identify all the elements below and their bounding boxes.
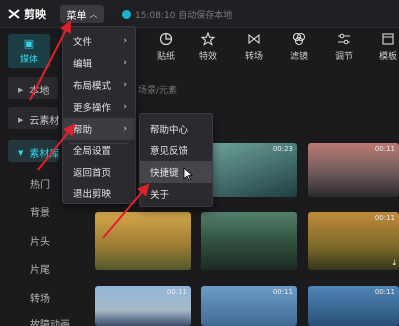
thumbnail-duration: 00:11 — [374, 214, 395, 222]
main-menu: 文件 › 编辑 › 布局模式 › 更多操作 › 帮助 › 全局设置 返回首页 退出剪映 — [62, 26, 136, 204]
menu-item-label: 帮助中心 — [150, 125, 189, 136]
check-icon — [122, 10, 131, 19]
menu-item-help-center[interactable]: 帮助中心 — [140, 118, 212, 140]
sidebar-item-cloud[interactable]: ▶ 云素材 — [18, 112, 60, 128]
tool-filter[interactable]: 滤镜 — [277, 32, 321, 66]
sidebar-sub-item-intro[interactable]: 片头 — [30, 233, 50, 248]
chevron-right-icon: › — [123, 80, 127, 90]
thumbnail-duration: 00:11 — [374, 288, 395, 296]
editor-window: 剪映 菜单 ︿ 15:08:10 自动保存本地 ▣ 媒体 贴纸 特效 转场 滤镜… — [0, 0, 399, 326]
sidebar-item-label: 本地 — [29, 86, 50, 97]
menu-item-more-actions[interactable]: 更多操作 › — [63, 96, 135, 118]
triangle-right-icon: ▶ — [18, 115, 24, 124]
media-thumbnail[interactable]: 00:11 — [95, 286, 191, 326]
menu-item-label: 快捷键 — [150, 168, 179, 179]
sidebar-sub-item-hot[interactable]: 热门 — [30, 176, 50, 191]
thumbnail-duration: 00:11 — [166, 288, 187, 296]
menu-item-edit[interactable]: 编辑 › — [63, 52, 135, 74]
filter-icon — [292, 32, 306, 46]
search-hint: 场景/元素 — [138, 86, 178, 96]
tool-effects[interactable]: 特效 — [186, 32, 230, 66]
sidebar-item-local[interactable]: ▶ 本地 — [18, 82, 50, 98]
help-submenu: 帮助中心 意见反馈 快捷键 关于 — [139, 113, 213, 207]
chevron-right-icon: › — [123, 36, 127, 46]
media-thumbnail[interactable]: 00:11 — [201, 286, 297, 326]
menu-item-help[interactable]: 帮助 › — [63, 118, 135, 140]
mouse-cursor-icon — [183, 167, 193, 181]
sidebar-sub-item-glitch[interactable]: 故障动画 — [30, 316, 70, 326]
media-icon: ▣ — [23, 37, 35, 50]
sidebar-sub-item-transition[interactable]: 转场 — [30, 290, 50, 305]
media-thumbnail[interactable]: 00:11 ⤓ — [308, 212, 399, 270]
save-status-text: 15:08:10 自动保存本地 — [135, 11, 233, 21]
menu-item-feedback[interactable]: 意见反馈 — [140, 139, 212, 161]
chevron-up-icon: ︿ — [89, 9, 98, 19]
tool-transition[interactable]: 转场 — [232, 32, 276, 66]
menu-item-label: 退出剪映 — [73, 189, 112, 200]
menu-item-shortcuts[interactable]: 快捷键 — [140, 161, 212, 183]
menu-item-label: 意见反馈 — [150, 146, 189, 157]
chevron-right-icon: › — [123, 102, 127, 112]
menu-item-exit[interactable]: 退出剪映 — [63, 182, 135, 204]
sidebar-sub-item-background[interactable]: 背景 — [30, 204, 50, 219]
thumbnail-duration: 00:11 — [374, 145, 395, 153]
tool-label: 模板 — [378, 52, 397, 62]
app-logo: 剪映 — [8, 6, 46, 22]
tool-adjust[interactable]: 调节 — [322, 32, 366, 66]
tool-template[interactable]: 模板 — [366, 32, 399, 66]
sticker-icon — [159, 32, 173, 46]
chevron-right-icon: › — [123, 124, 127, 134]
menu-item-label: 帮助 — [73, 125, 93, 136]
menu-item-label: 编辑 — [73, 59, 93, 70]
tab-media[interactable]: ▣ 媒体 — [8, 34, 50, 68]
menu-item-label: 更多操作 — [73, 103, 112, 114]
sidebar-sub-item-outro[interactable]: 片尾 — [30, 261, 50, 276]
menu-item-label: 文件 — [73, 37, 93, 48]
tab-media-label: 媒体 — [19, 55, 38, 65]
menu-item-about[interactable]: 关于 — [140, 183, 212, 205]
tool-label: 转场 — [244, 52, 263, 62]
tool-label: 调节 — [334, 52, 353, 62]
tool-sticker[interactable]: 贴纸 — [144, 32, 188, 66]
media-thumbnail[interactable]: 00:23 — [205, 143, 297, 197]
media-thumbnail[interactable] — [95, 212, 191, 270]
menu-button-label: 菜单 — [66, 10, 87, 22]
triangle-right-icon: ▶ — [18, 85, 24, 94]
menu-item-layout-mode[interactable]: 布局模式 › — [63, 74, 135, 96]
media-thumbnail[interactable]: 00:11 — [308, 286, 399, 326]
sidebar-item-label: 素材库 — [29, 149, 60, 160]
template-icon — [382, 33, 394, 45]
menu-button[interactable]: 菜单 ︿ — [60, 5, 104, 23]
sidebar-item-label: 云素材 — [29, 116, 60, 127]
tool-label: 特效 — [198, 52, 217, 62]
app-name: 剪映 — [24, 8, 46, 21]
adjust-icon — [338, 33, 350, 45]
triangle-down-icon: ▼ — [18, 148, 24, 157]
transition-icon — [248, 33, 260, 45]
media-thumbnail[interactable]: 00:11 — [308, 143, 399, 197]
media-thumbnail[interactable] — [201, 212, 297, 270]
menu-item-label: 全局设置 — [73, 146, 112, 157]
tool-label: 贴纸 — [156, 52, 175, 62]
sidebar-item-library[interactable]: ▼ 素材库 — [18, 145, 60, 161]
chevron-right-icon: › — [123, 58, 127, 68]
save-status: 15:08:10 自动保存本地 — [122, 8, 232, 21]
menu-item-label: 返回首页 — [73, 168, 112, 179]
capcut-logo-icon — [8, 9, 20, 19]
menu-item-global-settings[interactable]: 全局设置 — [63, 139, 135, 161]
tool-label: 滤镜 — [289, 52, 308, 62]
download-icon[interactable]: ⤓ — [392, 258, 396, 268]
effects-icon — [201, 32, 215, 46]
thumbnail-duration: 00:23 — [272, 145, 293, 153]
menu-item-return-home[interactable]: 返回首页 — [63, 161, 135, 183]
menu-item-file[interactable]: 文件 › — [63, 30, 135, 52]
thumbnail-duration: 00:11 — [272, 288, 293, 296]
menu-item-label: 关于 — [150, 190, 170, 201]
menu-item-label: 布局模式 — [73, 81, 112, 92]
